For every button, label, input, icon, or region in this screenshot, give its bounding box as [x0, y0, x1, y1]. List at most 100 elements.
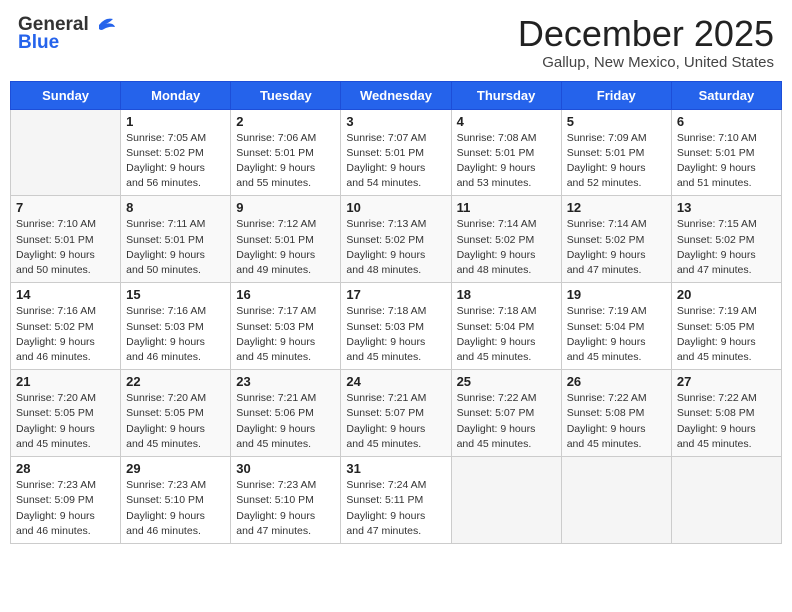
weekday-header-sunday: Sunday — [11, 81, 121, 109]
day-info: Sunrise: 7:16 AMSunset: 5:02 PMDaylight:… — [16, 304, 115, 365]
week-row-2: 7Sunrise: 7:10 AMSunset: 5:01 PMDaylight… — [11, 196, 782, 283]
day-number: 1 — [126, 114, 225, 129]
calendar-cell: 28 Sunrise: 7:23 AMSunset: 5:09 PMDayligh… — [11, 457, 121, 544]
calendar-cell: 26Sunrise: 7:22 AMSunset: 5:08 PMDayligh… — [561, 370, 671, 457]
title-block: December 2025 Gallup, New Mexico, United… — [518, 14, 774, 71]
calendar-cell: 4 Sunrise: 7:08 AMSunset: 5:01 PMDaylight… — [451, 109, 561, 196]
calendar-cell: 14 Sunrise: 7:16 AMSunset: 5:02 PMDayligh… — [11, 283, 121, 370]
calendar-cell: 18Sunrise: 7:18 AMSunset: 5:04 PMDayligh… — [451, 283, 561, 370]
calendar-cell: 22 Sunrise: 7:20 AMSunset: 5:05 PMDayligh… — [121, 370, 231, 457]
day-number: 7 — [16, 200, 115, 215]
day-number: 9 — [236, 200, 335, 215]
weekday-header-row: SundayMondayTuesdayWednesdayThursdayFrid… — [11, 81, 782, 109]
calendar-cell: 11Sunrise: 7:14 AMSunset: 5:02 PMDayligh… — [451, 196, 561, 283]
day-info: Sunrise: 7:10 AMSunset: 5:01 PMDaylight:… — [677, 131, 776, 192]
day-number: 29 — [126, 461, 225, 476]
calendar-cell: 13 Sunrise: 7:15 AMSunset: 5:02 PMDayligh… — [671, 196, 781, 283]
day-info: Sunrise: 7:14 AMSunset: 5:02 PMDaylight:… — [567, 217, 666, 278]
weekday-header-monday: Monday — [121, 81, 231, 109]
calendar-cell: 24 Sunrise: 7:21 AMSunset: 5:07 PMDayligh… — [341, 370, 451, 457]
calendar-cell: 25Sunrise: 7:22 AMSunset: 5:07 PMDayligh… — [451, 370, 561, 457]
day-info: Sunrise: 7:21 AMSunset: 5:06 PMDaylight:… — [236, 391, 335, 452]
weekday-header-saturday: Saturday — [671, 81, 781, 109]
day-info: Sunrise: 7:11 AMSunset: 5:01 PMDaylight:… — [126, 217, 225, 278]
day-number: 31 — [346, 461, 445, 476]
calendar-cell: 7Sunrise: 7:10 AMSunset: 5:01 PMDaylight… — [11, 196, 121, 283]
day-info: Sunrise: 7:16 AMSunset: 5:03 PMDaylight:… — [126, 304, 225, 365]
day-number: 23 — [236, 374, 335, 389]
calendar-cell: 27 Sunrise: 7:22 AMSunset: 5:08 PMDayligh… — [671, 370, 781, 457]
day-number: 11 — [457, 200, 556, 215]
day-number: 5 — [567, 114, 666, 129]
day-number: 19 — [567, 287, 666, 302]
day-info: Sunrise: 7:15 AMSunset: 5:02 PMDaylight:… — [677, 217, 776, 278]
logo-bird-icon — [91, 15, 117, 35]
day-number: 10 — [346, 200, 445, 215]
calendar-cell: 29 Sunrise: 7:23 AMSunset: 5:10 PMDayligh… — [121, 457, 231, 544]
calendar-cell: 19 Sunrise: 7:19 AMSunset: 5:04 PMDayligh… — [561, 283, 671, 370]
weekday-header-tuesday: Tuesday — [231, 81, 341, 109]
calendar-cell: 5 Sunrise: 7:09 AMSunset: 5:01 PMDaylight… — [561, 109, 671, 196]
day-number: 12 — [567, 200, 666, 215]
day-info: Sunrise: 7:23 AMSunset: 5:09 PMDaylight:… — [16, 478, 115, 539]
day-number: 14 — [16, 287, 115, 302]
day-info: Sunrise: 7:07 AMSunset: 5:01 PMDaylight:… — [346, 131, 445, 192]
day-info: Sunrise: 7:20 AMSunset: 5:05 PMDaylight:… — [126, 391, 225, 452]
day-info: Sunrise: 7:06 AMSunset: 5:01 PMDaylight:… — [236, 131, 335, 192]
day-number: 3 — [346, 114, 445, 129]
location: Gallup, New Mexico, United States — [518, 54, 774, 71]
week-row-1: 1 Sunrise: 7:05 AMSunset: 5:02 PMDaylight… — [11, 109, 782, 196]
calendar-cell: 9Sunrise: 7:12 AMSunset: 5:01 PMDaylight… — [231, 196, 341, 283]
calendar-cell: 1 Sunrise: 7:05 AMSunset: 5:02 PMDaylight… — [121, 109, 231, 196]
calendar-cell — [671, 457, 781, 544]
day-info: Sunrise: 7:21 AMSunset: 5:07 PMDaylight:… — [346, 391, 445, 452]
day-number: 13 — [677, 200, 776, 215]
page-header: General Blue December 2025 Gallup, New M… — [10, 10, 782, 75]
day-number: 4 — [457, 114, 556, 129]
calendar-body: 1 Sunrise: 7:05 AMSunset: 5:02 PMDaylight… — [11, 109, 782, 543]
month-title: December 2025 — [518, 14, 774, 54]
calendar-cell: 2 Sunrise: 7:06 AMSunset: 5:01 PMDaylight… — [231, 109, 341, 196]
calendar-cell: 21Sunrise: 7:20 AMSunset: 5:05 PMDayligh… — [11, 370, 121, 457]
day-number: 18 — [457, 287, 556, 302]
week-row-3: 14 Sunrise: 7:16 AMSunset: 5:02 PMDayligh… — [11, 283, 782, 370]
logo: General Blue — [18, 14, 117, 54]
day-info: Sunrise: 7:09 AMSunset: 5:01 PMDaylight:… — [567, 131, 666, 192]
calendar-cell — [451, 457, 561, 544]
day-info: Sunrise: 7:23 AMSunset: 5:10 PMDaylight:… — [126, 478, 225, 539]
day-number: 17 — [346, 287, 445, 302]
day-number: 22 — [126, 374, 225, 389]
day-info: Sunrise: 7:13 AMSunset: 5:02 PMDaylight:… — [346, 217, 445, 278]
day-number: 16 — [236, 287, 335, 302]
calendar-cell: 15Sunrise: 7:16 AMSunset: 5:03 PMDayligh… — [121, 283, 231, 370]
calendar-cell: 8 Sunrise: 7:11 AMSunset: 5:01 PMDaylight… — [121, 196, 231, 283]
day-number: 8 — [126, 200, 225, 215]
calendar-cell: 17 Sunrise: 7:18 AMSunset: 5:03 PMDayligh… — [341, 283, 451, 370]
day-number: 24 — [346, 374, 445, 389]
day-number: 27 — [677, 374, 776, 389]
day-number: 21 — [16, 374, 115, 389]
calendar-cell — [11, 109, 121, 196]
day-info: Sunrise: 7:18 AMSunset: 5:03 PMDaylight:… — [346, 304, 445, 365]
day-number: 28 — [16, 461, 115, 476]
day-number: 6 — [677, 114, 776, 129]
day-number: 2 — [236, 114, 335, 129]
day-info: Sunrise: 7:08 AMSunset: 5:01 PMDaylight:… — [457, 131, 556, 192]
calendar-cell: 30Sunrise: 7:23 AMSunset: 5:10 PMDayligh… — [231, 457, 341, 544]
calendar-table: SundayMondayTuesdayWednesdayThursdayFrid… — [10, 81, 782, 544]
day-number: 25 — [457, 374, 556, 389]
calendar-cell: 10 Sunrise: 7:13 AMSunset: 5:02 PMDayligh… — [341, 196, 451, 283]
day-info: Sunrise: 7:19 AMSunset: 5:04 PMDaylight:… — [567, 304, 666, 365]
calendar-cell: 20 Sunrise: 7:19 AMSunset: 5:05 PMDayligh… — [671, 283, 781, 370]
week-row-5: 28 Sunrise: 7:23 AMSunset: 5:09 PMDayligh… — [11, 457, 782, 544]
calendar-cell: 31 Sunrise: 7:24 AMSunset: 5:11 PMDayligh… — [341, 457, 451, 544]
logo-blue: Blue — [18, 32, 59, 54]
day-info: Sunrise: 7:17 AMSunset: 5:03 PMDaylight:… — [236, 304, 335, 365]
day-info: Sunrise: 7:24 AMSunset: 5:11 PMDaylight:… — [346, 478, 445, 539]
day-number: 20 — [677, 287, 776, 302]
day-info: Sunrise: 7:22 AMSunset: 5:08 PMDaylight:… — [677, 391, 776, 452]
day-info: Sunrise: 7:23 AMSunset: 5:10 PMDaylight:… — [236, 478, 335, 539]
day-info: Sunrise: 7:05 AMSunset: 5:02 PMDaylight:… — [126, 131, 225, 192]
calendar-cell: 23 Sunrise: 7:21 AMSunset: 5:06 PMDayligh… — [231, 370, 341, 457]
day-info: Sunrise: 7:19 AMSunset: 5:05 PMDaylight:… — [677, 304, 776, 365]
